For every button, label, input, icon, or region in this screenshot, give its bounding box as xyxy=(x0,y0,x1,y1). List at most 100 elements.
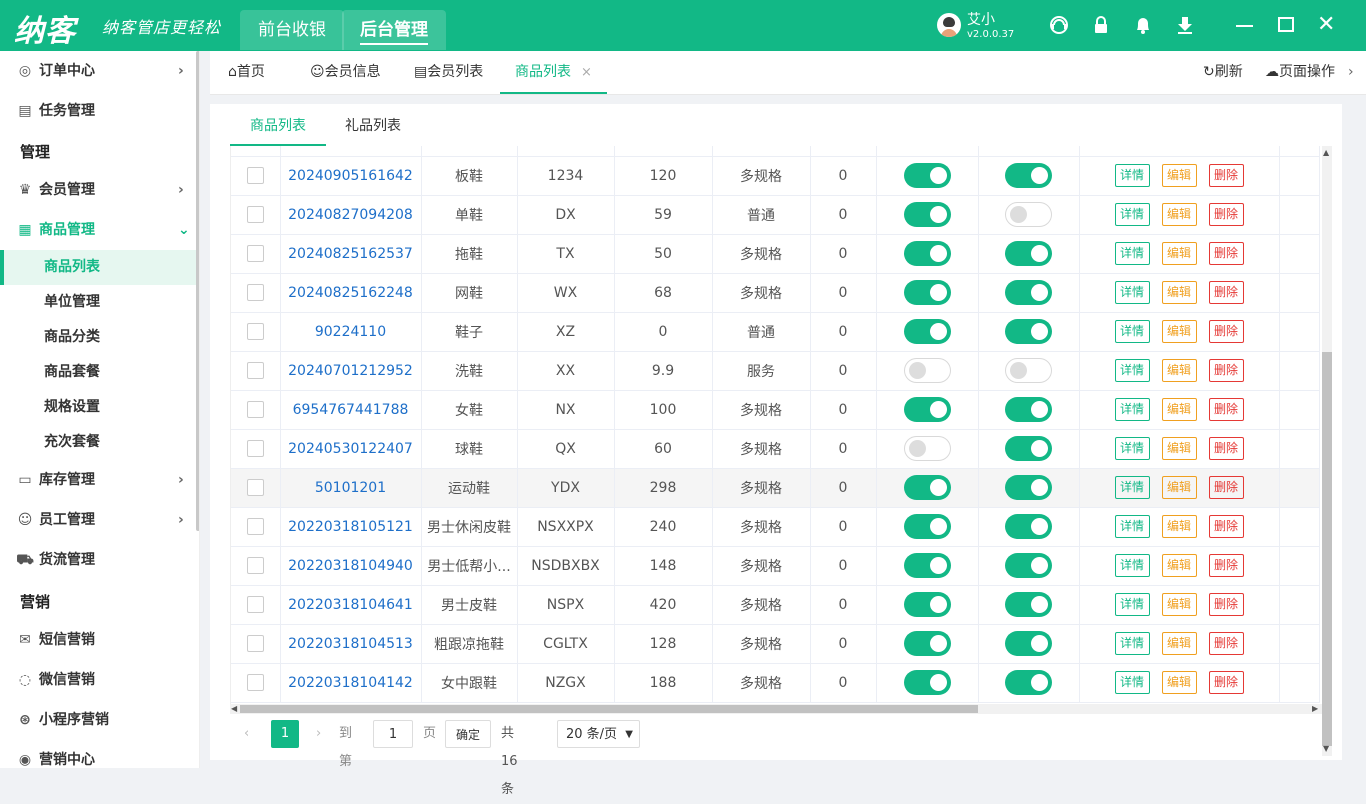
delete-button[interactable]: 删除 xyxy=(1208,320,1244,343)
row-checkbox[interactable] xyxy=(246,362,264,379)
edit-button[interactable]: 编辑 xyxy=(1161,398,1197,421)
nav-freight-mgmt[interactable]: ⛟ 货流管理 xyxy=(0,540,196,580)
prev-page-button[interactable]: ‹ xyxy=(244,720,249,748)
delete-button[interactable]: 删除 xyxy=(1208,593,1244,616)
page-size-select[interactable]: 20 条/页 ▼ xyxy=(557,720,640,748)
row-checkbox[interactable] xyxy=(246,323,264,340)
row-checkbox[interactable] xyxy=(246,596,264,613)
goods-code[interactable]: 20240825162248 xyxy=(280,273,422,313)
detail-button[interactable]: 详情 xyxy=(1114,593,1150,616)
nav-sms-marketing[interactable]: ✉ 短信营销 xyxy=(0,620,196,660)
edit-button[interactable]: 编辑 xyxy=(1161,593,1197,616)
status-toggle-2[interactable] xyxy=(1005,631,1052,656)
current-page[interactable]: 1 xyxy=(271,720,299,748)
goods-code[interactable]: 50101201 xyxy=(280,468,422,508)
detail-button[interactable]: 详情 xyxy=(1114,554,1150,577)
table-row[interactable]: 90224110 鞋子 XZ 0 普通 0 详情 编辑 删除 xyxy=(231,312,1320,352)
sidebar-item-goods-package[interactable]: 商品套餐 xyxy=(0,355,196,390)
tab-goods-list-content[interactable]: 商品列表 xyxy=(230,104,326,146)
sidebar-item-goods-category[interactable]: 商品分类 xyxy=(0,320,196,355)
download-icon[interactable] xyxy=(1174,14,1196,36)
table-row[interactable]: 6954767441788 女鞋 NX 100 多规格 0 详情 编辑 删除 xyxy=(231,390,1320,430)
detail-button[interactable]: 详情 xyxy=(1114,398,1150,421)
detail-button[interactable]: 详情 xyxy=(1114,320,1150,343)
row-checkbox[interactable] xyxy=(246,674,264,691)
goods-code[interactable]: 20240825162537 xyxy=(280,234,422,274)
goods-code[interactable]: 20240905161642 xyxy=(280,156,422,196)
edit-button[interactable]: 编辑 xyxy=(1161,359,1197,382)
scroll-left-icon[interactable]: ◀ xyxy=(231,704,237,714)
status-toggle-1[interactable] xyxy=(903,514,951,539)
row-checkbox[interactable] xyxy=(246,401,264,418)
status-toggle-1[interactable] xyxy=(903,397,951,422)
delete-button[interactable]: 删除 xyxy=(1208,632,1244,655)
row-checkbox[interactable] xyxy=(246,206,264,223)
status-toggle-1[interactable] xyxy=(903,670,951,695)
scrollbar-thumb[interactable] xyxy=(240,705,978,713)
edit-button[interactable]: 编辑 xyxy=(1161,281,1197,304)
refresh-button[interactable]: ↻刷新 xyxy=(1203,51,1243,94)
status-toggle-1[interactable] xyxy=(903,358,951,383)
detail-button[interactable]: 详情 xyxy=(1114,203,1150,226)
row-checkbox[interactable] xyxy=(246,167,264,184)
sidebar-item-unit-mgmt[interactable]: 单位管理 xyxy=(0,285,196,320)
goods-code[interactable]: 20240701212952 xyxy=(280,351,422,391)
goto-page-input[interactable]: 1 xyxy=(373,720,413,748)
status-toggle-2[interactable] xyxy=(1005,670,1052,695)
row-checkbox[interactable] xyxy=(246,557,264,574)
status-toggle-1[interactable] xyxy=(903,592,951,617)
sidebar-item-recharge-package[interactable]: 充次套餐 xyxy=(0,425,196,460)
tab-member-info[interactable]: ☺会员信息 xyxy=(310,51,381,94)
goods-code[interactable]: 20220318104641 xyxy=(280,585,422,625)
status-toggle-2[interactable] xyxy=(1005,163,1052,188)
detail-button[interactable]: 详情 xyxy=(1114,671,1150,694)
delete-button[interactable]: 删除 xyxy=(1208,164,1244,187)
status-toggle-1[interactable] xyxy=(903,280,951,305)
goods-code[interactable]: 90224110 xyxy=(280,312,422,352)
bell-icon[interactable] xyxy=(1132,14,1154,36)
page-operations-button[interactable]: ☁页面操作 xyxy=(1265,51,1335,94)
nav-order-center[interactable]: ◎ 订单中心 › xyxy=(0,51,196,91)
nav-staff-mgmt[interactable]: ☺ 员工管理 › xyxy=(0,500,196,540)
status-toggle-1[interactable] xyxy=(903,163,951,188)
status-toggle-1[interactable] xyxy=(903,241,951,266)
status-toggle-2[interactable] xyxy=(1005,592,1052,617)
status-toggle-2[interactable] xyxy=(1005,319,1052,344)
delete-button[interactable]: 删除 xyxy=(1208,437,1244,460)
status-toggle-1[interactable] xyxy=(903,475,951,500)
nav-member-mgmt[interactable]: ♛ 会员管理 › xyxy=(0,170,196,210)
detail-button[interactable]: 详情 xyxy=(1114,515,1150,538)
goods-code[interactable]: 20240827094208 xyxy=(280,195,422,235)
next-page-button[interactable]: › xyxy=(316,720,321,748)
nav-task-mgmt[interactable]: ▤ 任务管理 xyxy=(0,91,196,131)
goods-code[interactable]: 20220318104513 xyxy=(280,624,422,664)
sidebar-item-spec-settings[interactable]: 规格设置 xyxy=(0,390,196,425)
scroll-right-icon[interactable]: ▶ xyxy=(1312,704,1318,714)
tab-goods-list[interactable]: 商品列表 × xyxy=(500,51,607,94)
edit-button[interactable]: 编辑 xyxy=(1161,203,1197,226)
detail-button[interactable]: 详情 xyxy=(1114,437,1150,460)
avatar[interactable] xyxy=(937,13,961,37)
status-toggle-2[interactable] xyxy=(1005,241,1052,266)
edit-button[interactable]: 编辑 xyxy=(1161,320,1197,343)
status-toggle-1[interactable] xyxy=(903,553,951,578)
table-row[interactable]: 20220318104940 男士低帮小... NSDBXBX 148 多规格 0 详情 编辑… xyxy=(231,546,1320,586)
detail-button[interactable]: 详情 xyxy=(1114,281,1150,304)
edit-button[interactable]: 编辑 xyxy=(1161,554,1197,577)
goto-confirm-button[interactable]: 确定 xyxy=(445,720,491,748)
table-row[interactable]: 20240905161642 板鞋 1234 120 多规格 0 详情 编辑 删除 xyxy=(231,156,1320,196)
row-checkbox[interactable] xyxy=(246,440,264,457)
status-toggle-1[interactable] xyxy=(903,202,951,227)
row-checkbox[interactable] xyxy=(246,284,264,301)
detail-button[interactable]: 详情 xyxy=(1114,632,1150,655)
tab-member-list[interactable]: ▤会员列表 xyxy=(414,51,483,94)
horizontal-scrollbar[interactable]: ◀ ▶ xyxy=(230,704,1322,714)
nav-wechat-marketing[interactable]: ◌ 微信营销 xyxy=(0,660,196,700)
delete-button[interactable]: 删除 xyxy=(1208,242,1244,265)
table-row[interactable]: 20240825162248 网鞋 WX 68 多规格 0 详情 编辑 删除 xyxy=(231,273,1320,313)
top-tab-backend[interactable]: 后台管理 xyxy=(342,10,446,50)
status-toggle-2[interactable] xyxy=(1005,475,1052,500)
table-row[interactable]: 20220318104513 粗跟凉拖鞋 CGLTX 128 多规格 0 详情 编辑 删除 xyxy=(231,624,1320,664)
table-row[interactable]: 20220318104142 女中跟鞋 NZGX 188 多规格 0 详情 编辑 删除 xyxy=(231,663,1320,703)
nav-mini-program-marketing[interactable]: ⊛ 小程序营销 xyxy=(0,700,196,740)
